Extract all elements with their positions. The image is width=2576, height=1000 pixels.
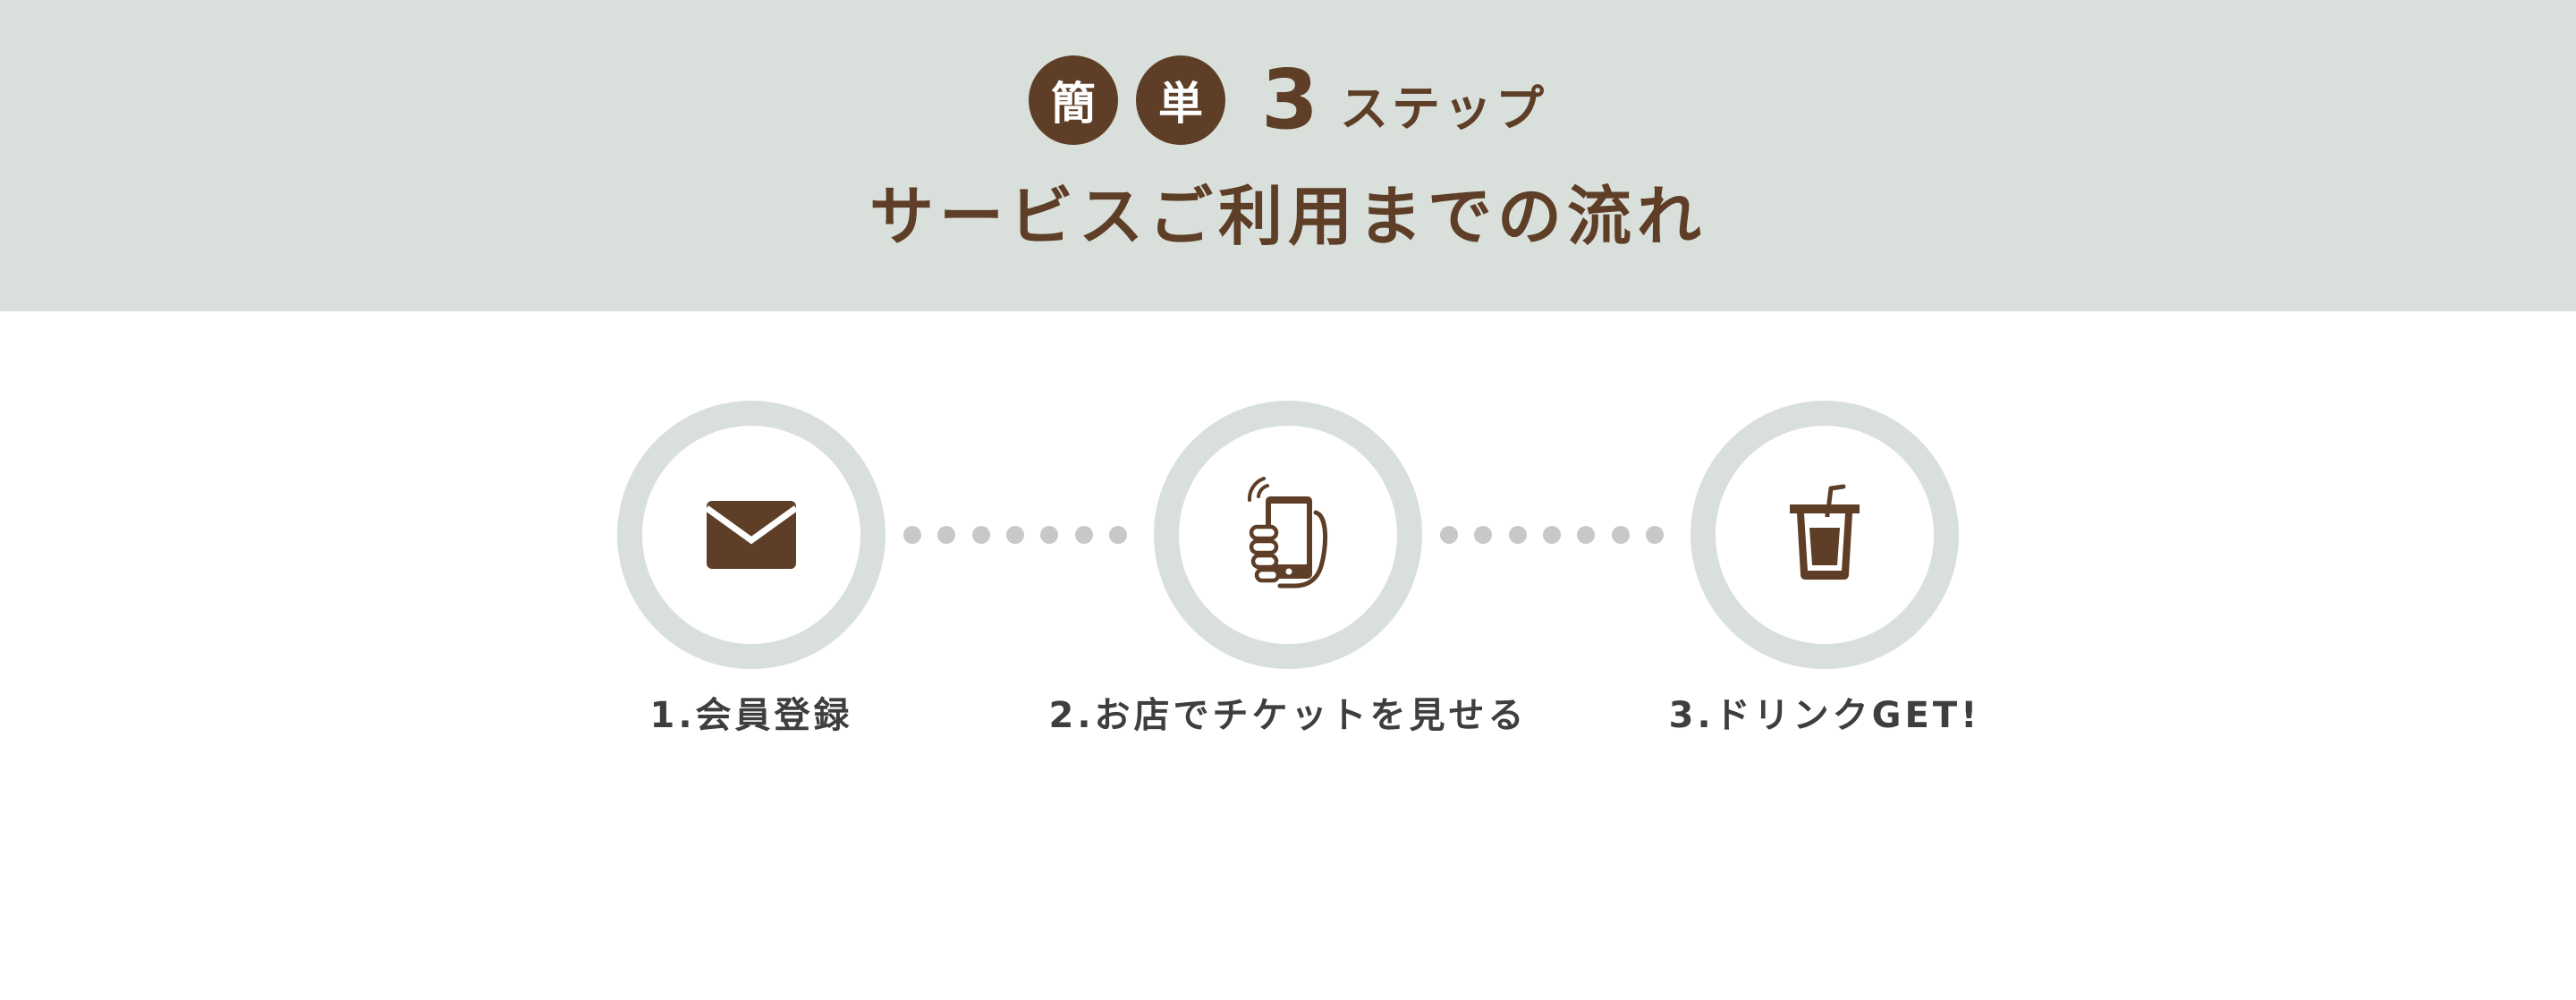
dot [1577, 526, 1596, 544]
header-subtitle-row: 簡 単 3 ステップ [0, 54, 2576, 147]
badge-kan: 簡 [1028, 55, 1118, 145]
connector-dots-1 [903, 526, 1127, 544]
dot [1005, 526, 1024, 544]
page: 簡 単 3 ステップ サービスご利用までの流れ 1.会員登録 2.お店でチケット… [0, 0, 2576, 1000]
phone-in-hand-icon [1239, 477, 1337, 593]
connector-dots-2 [1440, 526, 1664, 544]
dot [971, 526, 990, 544]
dot [1542, 526, 1561, 544]
step-1-circle [617, 401, 886, 669]
dot [1474, 526, 1493, 544]
dot [1074, 526, 1093, 544]
step-2-label: 2.お店でチケットを見せる [1048, 695, 1528, 736]
dot [1611, 526, 1630, 544]
step-3-label: 3.ドリンクGET! [1668, 695, 1981, 736]
dot [903, 526, 921, 544]
dot [1108, 526, 1127, 544]
step-3-circle [1690, 401, 1959, 669]
badge-tan: 単 [1135, 55, 1225, 145]
step-word: ステップ [1340, 81, 1547, 137]
dot [1508, 526, 1527, 544]
step-count: 3 [1260, 52, 1318, 148]
step-2-circle [1154, 401, 1422, 669]
dot [1645, 526, 1664, 544]
envelope-icon [705, 499, 798, 571]
drink-cup-icon [1784, 481, 1865, 589]
dot [937, 526, 956, 544]
page-title: サービスご利用までの流れ [869, 179, 1707, 254]
dot [1440, 526, 1458, 544]
header-band: 簡 単 3 ステップ サービスご利用までの流れ [0, 0, 2576, 311]
step-1-label: 1.会員登録 [649, 695, 853, 736]
dot [1040, 526, 1059, 544]
